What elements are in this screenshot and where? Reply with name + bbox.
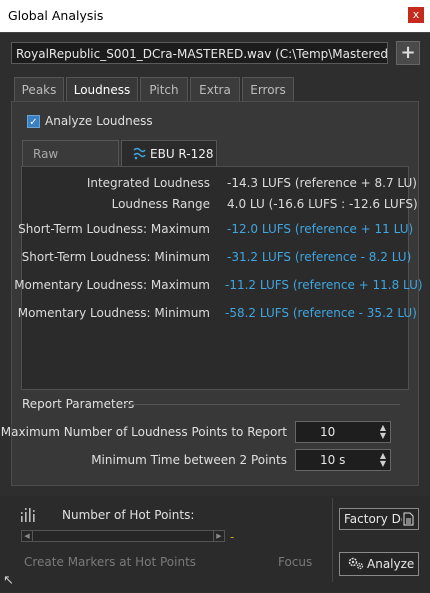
tab-loudness[interactable]: Loudness	[66, 77, 138, 102]
tab-errors[interactable]: Errors	[242, 77, 294, 101]
analyze-loudness-checkbox[interactable]: ✓	[27, 115, 40, 128]
factory-defaults-label: Factory De	[344, 512, 409, 526]
analyze-label: Analyze	[367, 557, 415, 571]
max-points-spinbox[interactable]: 10 ▲ ▼	[295, 421, 391, 443]
section-divider	[124, 404, 400, 405]
spin-arrows-icon[interactable]: ▲ ▼	[380, 424, 386, 440]
factory-defaults-button[interactable]: Factory De	[339, 508, 419, 530]
hot-points-icon	[20, 508, 35, 522]
add-file-button[interactable]: +	[396, 41, 420, 65]
tab-peaks[interactable]: Peaks	[14, 77, 64, 101]
close-icon[interactable]: x	[408, 7, 424, 23]
window-title: Global Analysis	[8, 8, 104, 23]
hot-points-value: -	[230, 530, 235, 544]
gears-icon	[348, 557, 364, 570]
loudness-range-value: 4.0 LU (-16.6 LUFS : -12.6 LUFS)	[227, 197, 418, 211]
hot-points-slider[interactable]: ◀ ▶	[21, 530, 225, 542]
subtab-raw-loudness[interactable]: Raw Loudness	[22, 140, 119, 187]
max-points-label: Maximum Number of Loudness Points to Rep…	[0, 425, 287, 439]
document-icon	[402, 512, 414, 526]
bottom-divider	[332, 498, 333, 582]
hot-points-label: Number of Hot Points:	[62, 508, 195, 522]
file-selector[interactable]: RoyalRepublic_S001_DCra-MASTERED.wav (C:…	[11, 42, 388, 64]
create-markers-button[interactable]: Create Markers at Hot Points	[24, 555, 196, 569]
min-time-spinbox[interactable]: 10 s ▲ ▼	[295, 449, 391, 471]
momentary-max-label: Momentary Loudness: Maximum	[14, 278, 210, 292]
momentary-max-link[interactable]: -11.2 LUFS (reference + 11.8 LU)	[225, 278, 423, 292]
loudness-range-label: Loudness Range	[111, 197, 210, 211]
integrated-loudness-value: -14.3 LUFS (reference + 8.7 LU)	[227, 176, 417, 190]
min-time-label: Minimum Time between 2 Points	[91, 453, 287, 467]
short-term-min-link[interactable]: -31.2 LUFS (reference - 8.2 LU)	[227, 250, 411, 264]
title-bar: Global Analysis x	[0, 0, 430, 32]
short-term-min-label: Short-Term Loudness: Minimum	[21, 250, 210, 264]
ebu-icon	[133, 147, 146, 160]
tab-pitch[interactable]: Pitch	[140, 77, 188, 101]
focus-button[interactable]: Focus	[278, 555, 312, 569]
report-parameters-heading: Report Parameters	[22, 397, 135, 411]
short-term-max-link[interactable]: -12.0 LUFS (reference + 11 LU)	[227, 222, 413, 236]
spin-arrows-icon[interactable]: ▲ ▼	[380, 452, 386, 468]
momentary-min-label: Momentary Loudness: Minimum	[17, 306, 210, 320]
min-time-value: 10 s	[320, 453, 346, 467]
integrated-loudness-label: Integrated Loudness	[86, 176, 210, 190]
tab-extra[interactable]: Extra	[190, 77, 240, 101]
subtab-ebu-r128[interactable]: EBU R-128	[121, 140, 217, 167]
max-points-value: 10	[320, 425, 336, 439]
subtab-ebu-r128-label: EBU R-128	[150, 147, 214, 161]
analyze-loudness-label: Analyze Loudness	[45, 114, 153, 128]
resize-handle-icon[interactable]: ↖	[3, 573, 17, 588]
slider-left-icon[interactable]: ◀	[22, 531, 33, 541]
momentary-min-link[interactable]: -58.2 LUFS (reference - 35.2 LU)	[225, 306, 417, 320]
slider-right-icon[interactable]: ▶	[213, 531, 224, 541]
short-term-max-label: Short-Term Loudness: Maximum	[18, 222, 210, 236]
analyze-button[interactable]: Analyze	[339, 552, 419, 576]
